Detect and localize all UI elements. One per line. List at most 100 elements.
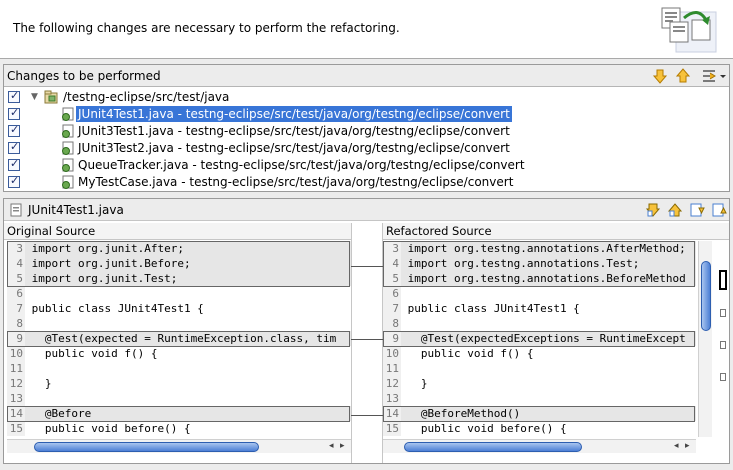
code-line: 3 import org.testng.annotations.AfterMet…	[383, 241, 696, 256]
diff-connector	[351, 266, 383, 267]
tree-item-label: JUnit3Test1.java - testng-eclipse/src/te…	[78, 124, 510, 138]
line-number: 4	[383, 256, 401, 271]
scroll-left-icon[interactable]: ◂	[674, 441, 679, 451]
compare-title: JUnit4Test1.java	[28, 203, 124, 217]
code-line: 6	[7, 286, 351, 301]
next-change-icon[interactable]	[689, 202, 705, 218]
arrow-up-icon[interactable]	[675, 68, 691, 84]
code-text: @Test(expectedExceptions = RuntimeExcept	[401, 332, 686, 345]
tree-root-label: /testng-eclipse/src/test/java	[63, 90, 230, 104]
code-text: public class JUnit4Test1 {	[401, 302, 580, 315]
java-file-icon	[62, 124, 74, 138]
tree-item-label: MyTestCase.java - testng-eclipse/src/tes…	[78, 175, 514, 189]
line-number: 12	[7, 376, 25, 391]
package-folder-icon	[44, 90, 58, 104]
previous-change-icon[interactable]	[711, 202, 727, 218]
code-text: }	[25, 377, 52, 390]
tree-item-label: JUnit4Test1.java - testng-eclipse/src/te…	[76, 106, 512, 122]
tree-root-row[interactable]: ▼ /testng-eclipse/src/test/java	[4, 89, 729, 106]
left-pane-title: Original Source	[4, 223, 351, 240]
tree-item-row[interactable]: JUnit3Test1.java - testng-eclipse/src/te…	[4, 123, 729, 140]
expand-toggle-icon[interactable]: ▼	[31, 92, 38, 102]
right-vertical-scrollbar[interactable]	[698, 241, 712, 437]
next-difference-icon[interactable]	[645, 202, 661, 218]
code-line: 14 @Before	[7, 406, 351, 421]
line-number: 12	[383, 376, 401, 391]
code-line: 12 }	[7, 376, 351, 391]
line-number: 5	[383, 271, 401, 286]
line-number: 14	[383, 406, 401, 421]
tree-item-row[interactable]: JUnit3Test2.java - testng-eclipse/src/te…	[4, 140, 729, 157]
overview-marker[interactable]	[720, 341, 726, 349]
tree-item-row[interactable]: MyTestCase.java - testng-eclipse/src/tes…	[4, 174, 729, 191]
line-number: 3	[383, 241, 401, 256]
code-text: import org.junit.Before;	[25, 257, 191, 270]
code-text: }	[401, 377, 428, 390]
item-checkbox[interactable]	[8, 140, 20, 154]
vertical-scroll-thumb[interactable]	[701, 261, 711, 331]
line-number: 15	[7, 421, 25, 436]
line-number: 10	[7, 346, 25, 361]
tree-item-label: QueueTracker.java - testng-eclipse/src/t…	[78, 158, 525, 172]
left-scroll-thumb[interactable]	[34, 442, 259, 452]
line-number: 6	[383, 286, 401, 301]
item-checkbox[interactable]	[8, 157, 20, 171]
overview-marker[interactable]	[720, 373, 726, 381]
code-line: 13	[383, 391, 696, 406]
code-line: 6	[383, 286, 696, 301]
item-checkbox[interactable]	[8, 123, 20, 137]
overview-marker-current[interactable]	[719, 270, 727, 290]
code-line: 4 import org.testng.annotations.Test;	[383, 256, 696, 271]
java-file-icon	[62, 107, 74, 121]
line-number: 8	[383, 316, 401, 331]
arrow-down-icon[interactable]	[652, 68, 668, 84]
changes-panel-header: Changes to be performed	[4, 65, 729, 87]
item-checkbox[interactable]	[8, 106, 20, 120]
item-checkbox[interactable]	[8, 174, 20, 188]
line-number: 4	[7, 256, 25, 271]
previous-difference-icon[interactable]	[667, 202, 683, 218]
code-text: public void before() {	[25, 422, 191, 435]
code-line: 9 @Test(expected = RuntimeException.clas…	[7, 331, 351, 346]
code-line: 5 import org.junit.Test;	[7, 271, 351, 286]
original-source-editor[interactable]: 3 import org.junit.After; 4 import org.ju…	[7, 241, 351, 437]
java-file-icon	[62, 158, 74, 172]
diff-connector	[351, 415, 383, 416]
line-number: 11	[7, 361, 25, 376]
refactored-source-editor[interactable]: 3 import org.testng.annotations.AfterMet…	[383, 241, 696, 437]
scroll-right-icon[interactable]: ▸	[685, 441, 690, 451]
line-number: 7	[383, 301, 401, 316]
code-text: import org.testng.annotations.AfterMetho…	[401, 242, 686, 255]
tree-item-row[interactable]: QueueTracker.java - testng-eclipse/src/t…	[4, 157, 729, 174]
code-line: 4 import org.junit.Before;	[7, 256, 351, 271]
left-horizontal-scrollbar[interactable]: ◂ ▸	[7, 439, 351, 453]
code-line: 8	[383, 316, 696, 331]
scroll-right-icon[interactable]: ▸	[340, 441, 345, 451]
code-text: @Before	[25, 407, 92, 420]
root-checkbox[interactable]	[8, 89, 20, 103]
code-line: 11	[7, 361, 351, 376]
code-text: public void before() {	[401, 422, 567, 435]
filter-menu-icon[interactable]	[701, 68, 727, 84]
code-line: 10 public void f() {	[383, 346, 696, 361]
code-line: 5 import org.testng.annotations.BeforeMe…	[383, 271, 696, 286]
line-number: 14	[7, 406, 25, 421]
code-line: 8	[7, 316, 351, 331]
code-text: @BeforeMethod()	[401, 407, 521, 420]
scroll-left-icon[interactable]: ◂	[329, 441, 334, 451]
right-horizontal-scrollbar[interactable]: ◂ ▸	[383, 439, 696, 453]
code-line: 9 @Test(expectedExceptions = RuntimeExce…	[383, 331, 696, 346]
overview-marker[interactable]	[720, 309, 726, 317]
right-scroll-thumb[interactable]	[404, 442, 582, 452]
code-text: import org.junit.After;	[25, 242, 184, 255]
java-file-icon	[10, 203, 22, 217]
java-file-icon	[62, 175, 74, 189]
line-number: 15	[383, 421, 401, 436]
tree-item-row[interactable]: JUnit4Test1.java - testng-eclipse/src/te…	[4, 106, 729, 123]
diff-connector	[351, 339, 383, 340]
